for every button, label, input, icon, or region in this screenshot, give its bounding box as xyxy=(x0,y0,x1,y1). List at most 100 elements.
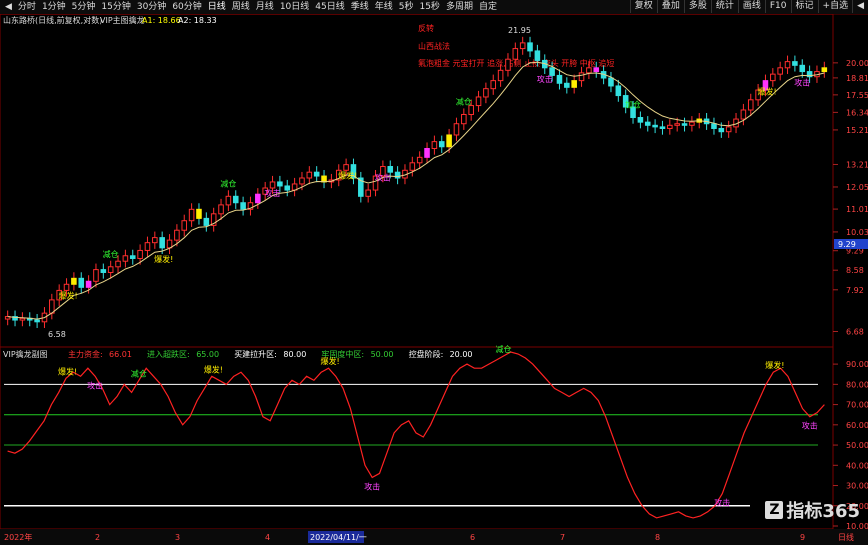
signal-baofa: 爆发! xyxy=(757,87,776,97)
signal-baofa: 爆发! xyxy=(59,290,78,300)
signal-xiluo: 减仓 xyxy=(103,249,119,259)
toolbar-button-8[interactable]: ◀ xyxy=(852,0,868,13)
period-tab-4[interactable]: 30分钟 xyxy=(134,1,169,13)
candle-body xyxy=(821,67,828,73)
main-panel-frame xyxy=(0,14,834,348)
candle-body xyxy=(394,171,401,179)
signal-gongji: 攻击 xyxy=(265,188,281,198)
sub-panel-header: VIP擒龙副图 主力资金: 66.01 进入超跌区: 65.00 买建拉升区: 80.00 牢… xyxy=(3,349,473,359)
toolbar-button-5[interactable]: F10 xyxy=(764,0,791,13)
candle-body xyxy=(747,99,754,111)
candle-body xyxy=(34,319,40,323)
prev-icon[interactable]: ◀ xyxy=(2,1,15,13)
candle-body xyxy=(453,123,460,136)
period-tab-12[interactable]: 年线 xyxy=(372,1,396,13)
period-tab-14[interactable]: 15秒 xyxy=(416,1,442,13)
period-tab-3[interactable]: 15分钟 xyxy=(98,1,133,13)
candle-body xyxy=(152,237,158,244)
candle-body xyxy=(416,156,423,164)
candle-body xyxy=(608,77,614,87)
current-price-label: 9.29 xyxy=(838,240,856,249)
toolbar-button-2[interactable]: 多股 xyxy=(683,0,711,13)
period-toolbar: ◀ 分时 1分钟 5分钟 15分钟 30分钟 60分钟 日线 周线 月线 10日线 45日线 季线 年线 5… xyxy=(0,0,868,15)
period-tab-6[interactable]: 日线 xyxy=(205,1,229,13)
candle-body xyxy=(63,283,70,291)
sub-signal-gongji: 攻击 xyxy=(714,498,730,508)
toolbar-button-0[interactable]: 复权 xyxy=(629,0,657,13)
candle-body xyxy=(225,195,232,206)
sub-item-value: 65.00 xyxy=(196,350,219,359)
sub-panel-frame xyxy=(0,346,834,530)
candle-body xyxy=(365,189,371,197)
price-tick-label: 15.21 xyxy=(846,126,868,135)
period-tab-15[interactable]: 多周期 xyxy=(443,1,476,13)
sub-tick-label: 30.00 xyxy=(846,482,868,491)
candle-body xyxy=(777,67,783,75)
toolbar-button-4[interactable]: 画线 xyxy=(737,0,765,13)
a1-value: A1: 18.66 xyxy=(142,16,181,25)
sub-tick-label: 60.00 xyxy=(846,421,868,430)
time-axis-label: 4 xyxy=(265,533,270,542)
candle-body xyxy=(578,72,585,82)
candle-body xyxy=(689,121,695,126)
period-tab-9[interactable]: 10日线 xyxy=(277,1,312,13)
candle-body xyxy=(71,277,77,285)
period-tabs: ◀ 分时 1分钟 5分钟 15分钟 30分钟 60分钟 日线 周线 月线 10日线 45日线 季线 年线 5… xyxy=(2,1,500,13)
period-tab-1[interactable]: 1分钟 xyxy=(39,1,69,13)
high-price-label: 21.95 xyxy=(508,26,531,35)
candle-body xyxy=(593,67,600,73)
period-tab-0[interactable]: 分时 xyxy=(15,1,39,13)
candle-body xyxy=(78,277,85,288)
signal-gongji: 攻击 xyxy=(794,78,810,88)
candle-body xyxy=(129,255,136,259)
moving-average-line xyxy=(7,61,825,320)
period-tab-7[interactable]: 周线 xyxy=(229,1,253,13)
sub-indicator-name: VIP擒龙副图 xyxy=(3,349,48,359)
toolbar-button-1[interactable]: 叠加 xyxy=(656,0,684,13)
buy-sell-signals: 爆发!减仓爆发!减仓攻击爆发! 攻击减仓攻击加仓爆发!攻击 xyxy=(59,74,811,300)
candle-body xyxy=(792,61,798,66)
z-logo-icon: Z xyxy=(765,501,784,519)
kline-chart[interactable]: 山东路桥(日线,前复权,对数) VIP主图擒龙 A1: 18.66 A2: 18… xyxy=(0,14,868,545)
brand-text: 指标365 xyxy=(786,501,860,522)
candle-body xyxy=(652,124,658,128)
period-tab-8[interactable]: 月线 xyxy=(253,1,277,13)
toolbar-button-6[interactable]: 标记 xyxy=(790,0,818,13)
period-tab-10[interactable]: 45日线 xyxy=(312,1,347,13)
sub-tick-label: 50.00 xyxy=(846,441,868,450)
candle-body xyxy=(556,74,563,84)
sub-signal-baofa: 爆发! xyxy=(320,356,339,366)
low-price-label: 6.58 xyxy=(48,330,66,339)
candle-body xyxy=(571,80,577,88)
period-tab-16[interactable]: 自定 xyxy=(476,1,500,13)
candle-body xyxy=(166,239,173,249)
price-tick-label: 13.21 xyxy=(846,160,868,169)
candle-body xyxy=(255,193,261,204)
candle-body xyxy=(564,82,570,88)
toolbar-button-7[interactable]: +自选 xyxy=(817,0,853,13)
candle-body xyxy=(203,217,210,226)
candle-body xyxy=(475,96,482,107)
candle-body xyxy=(438,141,445,148)
candle-body xyxy=(718,127,725,133)
price-tick-label: 16.34 xyxy=(846,108,868,117)
sub-tick-label: 70.00 xyxy=(846,401,868,410)
time-axis-label: 2022/04/11/一 xyxy=(310,533,367,542)
time-axis-bar xyxy=(0,529,868,545)
candle-body xyxy=(137,249,143,259)
candle-body xyxy=(799,64,806,73)
signal-gongji: 攻击 xyxy=(375,173,391,183)
period-tab-2[interactable]: 5分钟 xyxy=(69,1,99,13)
candle-body xyxy=(512,48,519,60)
sub-item-label: 控盘阶段: xyxy=(409,349,444,359)
period-tab-13[interactable]: 5秒 xyxy=(396,1,417,13)
toolbar-button-3[interactable]: 统计 xyxy=(710,0,738,13)
candle-body xyxy=(269,181,276,189)
candle-body xyxy=(586,67,592,74)
period-tab-11[interactable]: 季线 xyxy=(348,1,372,13)
period-tab-5[interactable]: 60分钟 xyxy=(169,1,204,13)
main-indicator-name: VIP主图擒龙 xyxy=(100,15,145,25)
legend-shanxi: 山西战法 xyxy=(418,41,450,51)
sub-item-label: 买建拉升区: xyxy=(234,349,277,359)
candle-body xyxy=(122,255,129,262)
